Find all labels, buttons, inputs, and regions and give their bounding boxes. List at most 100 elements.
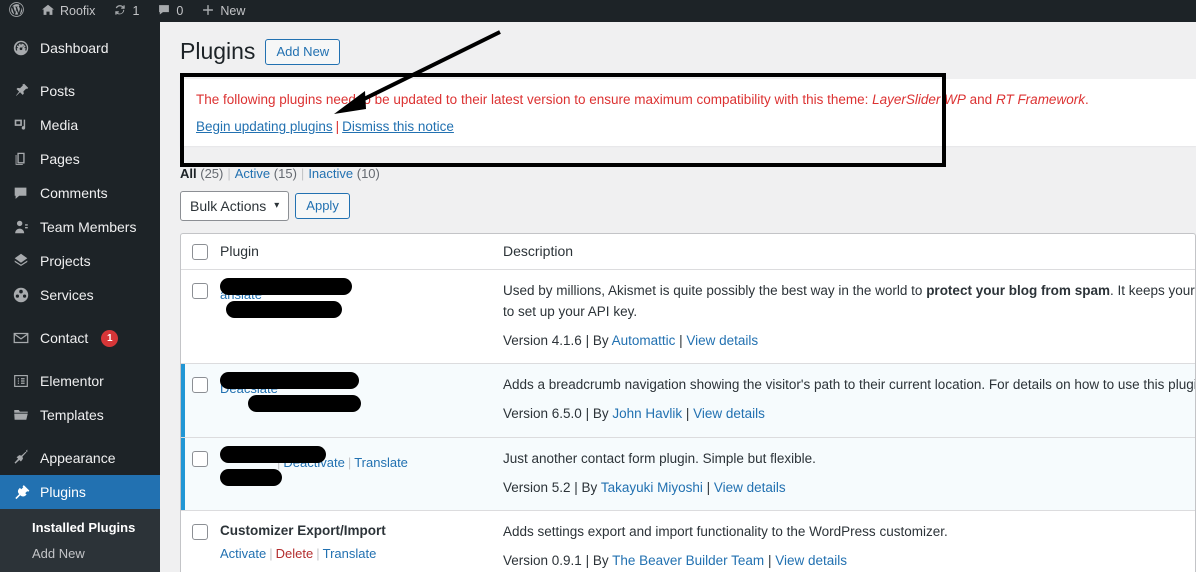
plugin-description-line1: Just another contact form plugin. Simple…: [503, 449, 1195, 469]
row-select-cell: [181, 364, 220, 437]
row-select-cell: [181, 270, 220, 363]
sidebar-item-appearance[interactable]: Appearance: [0, 441, 160, 475]
plug-icon: [11, 482, 31, 502]
dismiss-this-notice-link[interactable]: Dismiss this notice: [342, 119, 454, 134]
updates-button[interactable]: 1: [104, 0, 148, 22]
begin-updating-plugins-link[interactable]: Begin updating plugins: [196, 119, 333, 134]
plugin-description-cell: Adds settings export and import function…: [503, 511, 1195, 572]
sidebar-item-label: Appearance: [40, 450, 116, 466]
sidebar-item-label: Templates: [40, 407, 104, 423]
user-icon: [11, 217, 31, 237]
sidebar-item-templates[interactable]: Templates: [0, 398, 160, 432]
view-details-link[interactable]: View details: [775, 553, 847, 568]
updates-count: 1: [132, 4, 139, 18]
sidebar-item-dashboard[interactable]: Dashboard: [0, 31, 160, 65]
update-notice-wrapper: The following plugins need to be updated…: [180, 79, 1196, 146]
plugin-action-translate[interactable]: Translate: [323, 546, 377, 561]
filter-all-label[interactable]: All: [180, 166, 197, 181]
add-new-plugin-button[interactable]: Add New: [265, 39, 340, 65]
plugin-action-delete[interactable]: Delete: [276, 546, 314, 561]
sidebar-item-label: Plugins: [40, 484, 86, 500]
view-details-link[interactable]: View details: [686, 333, 758, 348]
plugins-update-notice: The following plugins need to be updated…: [180, 79, 1196, 146]
plugin-description-cell: Just another contact form plugin. Simple…: [503, 438, 1195, 511]
sidebar-item-label: Comments: [40, 185, 108, 201]
bulk-actions-select[interactable]: Bulk Actions ▾: [180, 191, 289, 221]
media-icon: [11, 115, 31, 135]
home-icon: [41, 3, 55, 20]
services-icon: [11, 285, 31, 305]
filter-inactive-link[interactable]: Inactive: [308, 166, 353, 181]
plugin-meta: Version 6.5.0 | By John Havlik | View de…: [503, 404, 1195, 424]
wordpress-logo-button[interactable]: [0, 0, 32, 22]
sidebar-item-media[interactable]: Media: [0, 108, 160, 142]
plugins-table: Plugin Description anslate: [180, 233, 1196, 572]
sidebar-item-pages[interactable]: Pages: [0, 142, 160, 176]
plugin-author-link[interactable]: Automattic: [612, 333, 676, 348]
sidebar-item-contact[interactable]: Contact 1: [0, 321, 160, 355]
sidebar-item-posts[interactable]: Posts: [0, 74, 160, 108]
sidebar-item-plugins[interactable]: Plugins: [0, 475, 160, 509]
apply-button[interactable]: Apply: [295, 193, 350, 219]
plugin-version: Version 5.2: [503, 480, 571, 495]
filter-active-link[interactable]: Active: [235, 166, 270, 181]
pin-icon: [11, 81, 31, 101]
table-row: anslate Used by millions, Akismet is qui…: [181, 270, 1195, 364]
plugin-name-cell: anslate: [220, 270, 503, 363]
plugin-description-line1: Adds settings export and import function…: [503, 522, 1195, 542]
sidebar-item-label: Dashboard: [40, 40, 109, 56]
row-checkbox[interactable]: [192, 451, 208, 467]
elementor-icon: [11, 371, 31, 391]
plugin-author-link[interactable]: John Havlik: [612, 406, 682, 421]
table-row: Customizer Export/Import Activate|Delete…: [181, 511, 1195, 572]
sidebar-item-team-members[interactable]: Team Members: [0, 210, 160, 244]
view-details-link[interactable]: View details: [714, 480, 786, 495]
row-checkbox[interactable]: [192, 377, 208, 393]
plugin-name-cell: Deacslate: [220, 364, 503, 437]
pages-icon: [11, 149, 31, 169]
table-row: Deacslate Adds a breadcrumb navigation s…: [181, 364, 1195, 438]
notice-plugin-one: LayerSlider WP: [872, 92, 966, 107]
filter-separator: |: [297, 166, 308, 181]
submenu-item-label: Add New: [32, 546, 85, 561]
sidebar-item-elementor[interactable]: Elementor: [0, 364, 160, 398]
wordpress-logo-icon: [9, 2, 24, 20]
comment-bubble-icon: [11, 183, 31, 203]
plugin-description-line1: Used by millions, Akismet is quite possi…: [503, 281, 1195, 301]
comment-bubble-icon: [157, 3, 171, 20]
plugins-submenu: Installed Plugins Add New: [0, 509, 160, 572]
table-header-row: Plugin Description: [181, 234, 1195, 270]
plugin-author-link[interactable]: The Beaver Builder Team: [612, 553, 764, 568]
plugin-meta: Version 0.9.1 | By The Beaver Builder Te…: [503, 551, 1195, 571]
page-header: Plugins Add New: [180, 32, 1196, 72]
plugin-author-link[interactable]: Takayuki Miyoshi: [601, 480, 703, 495]
row-checkbox[interactable]: [192, 283, 208, 299]
row-select-cell: [181, 511, 220, 572]
view-details-link[interactable]: View details: [693, 406, 765, 421]
plugin-description-cell: Used by millions, Akismet is quite possi…: [503, 270, 1195, 363]
site-name-button[interactable]: Roofix: [32, 0, 104, 22]
desc-part: Used by millions, Akismet is quite possi…: [503, 283, 926, 298]
sidebar-item-projects[interactable]: Projects: [0, 244, 160, 278]
sidebar-item-services[interactable]: Services: [0, 278, 160, 312]
sidebar-item-label: Pages: [40, 151, 80, 167]
new-content-button[interactable]: New: [192, 0, 254, 22]
plugin-row-actions: Activate|Delete|Translate: [220, 545, 493, 563]
sidebar-item-comments[interactable]: Comments: [0, 176, 160, 210]
select-all-checkbox[interactable]: [192, 244, 208, 260]
plugin-version: Version 6.5.0: [503, 406, 582, 421]
comments-button[interactable]: 0: [148, 0, 192, 22]
new-label: New: [220, 4, 245, 18]
admin-bar: Roofix 1 0 New: [0, 0, 1196, 22]
plugin-action-activate[interactable]: Activate: [220, 546, 266, 561]
plugin-version: Version 4.1.6: [503, 333, 582, 348]
submenu-item-installed-plugins[interactable]: Installed Plugins: [0, 515, 160, 541]
plugin-name-cell: |Deactivate|Translate: [220, 438, 503, 511]
plugin-action-translate[interactable]: Translate: [354, 455, 408, 470]
status-filter-links: All (25)|Active (15)|Inactive (10): [180, 166, 1196, 181]
main-content: Plugins Add New The following plugins ne…: [160, 22, 1196, 572]
select-all-cell: [181, 234, 220, 269]
submenu-item-add-new[interactable]: Add New: [0, 541, 160, 567]
desc-part-bold: protect your blog from spam: [926, 283, 1110, 298]
row-checkbox[interactable]: [192, 524, 208, 540]
